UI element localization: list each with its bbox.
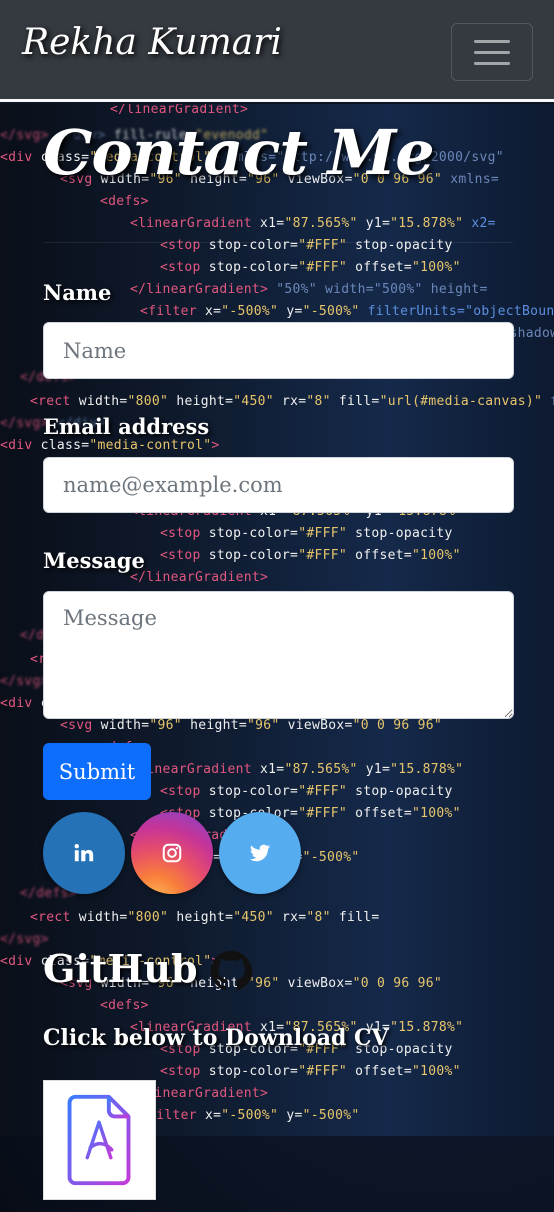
github-title: GitHub bbox=[43, 946, 198, 991]
download-cv-text: Click below to Download CV bbox=[43, 1025, 389, 1051]
navbar: Rekha Kumari bbox=[0, 0, 554, 102]
twitter-link[interactable] bbox=[219, 812, 301, 894]
name-label: Name bbox=[43, 280, 112, 305]
page-title: Contact Me bbox=[43, 116, 435, 189]
message-label: Message bbox=[43, 548, 145, 573]
hamburger-icon bbox=[474, 40, 510, 43]
instagram-link[interactable] bbox=[131, 812, 213, 894]
navbar-toggler-button[interactable] bbox=[451, 23, 533, 81]
hamburger-icon bbox=[474, 51, 510, 54]
linkedin-link[interactable] bbox=[43, 812, 125, 894]
name-input[interactable] bbox=[43, 322, 514, 379]
linkedin-icon bbox=[74, 844, 94, 862]
message-textarea[interactable] bbox=[43, 591, 514, 719]
divider bbox=[43, 242, 513, 243]
pdf-file-icon bbox=[67, 1094, 131, 1186]
email-input[interactable] bbox=[43, 457, 514, 513]
contact-section: Contact Me Name Email address Message Su… bbox=[0, 104, 554, 1212]
email-label: Email address bbox=[43, 414, 210, 439]
submit-button[interactable]: Submit bbox=[43, 743, 151, 800]
instagram-icon bbox=[162, 843, 182, 863]
hamburger-icon bbox=[474, 62, 510, 65]
download-cv-link[interactable] bbox=[43, 1080, 156, 1200]
brand-link[interactable]: Rekha Kumari bbox=[22, 22, 282, 63]
twitter-icon bbox=[249, 844, 271, 862]
github-icon bbox=[210, 950, 252, 991]
